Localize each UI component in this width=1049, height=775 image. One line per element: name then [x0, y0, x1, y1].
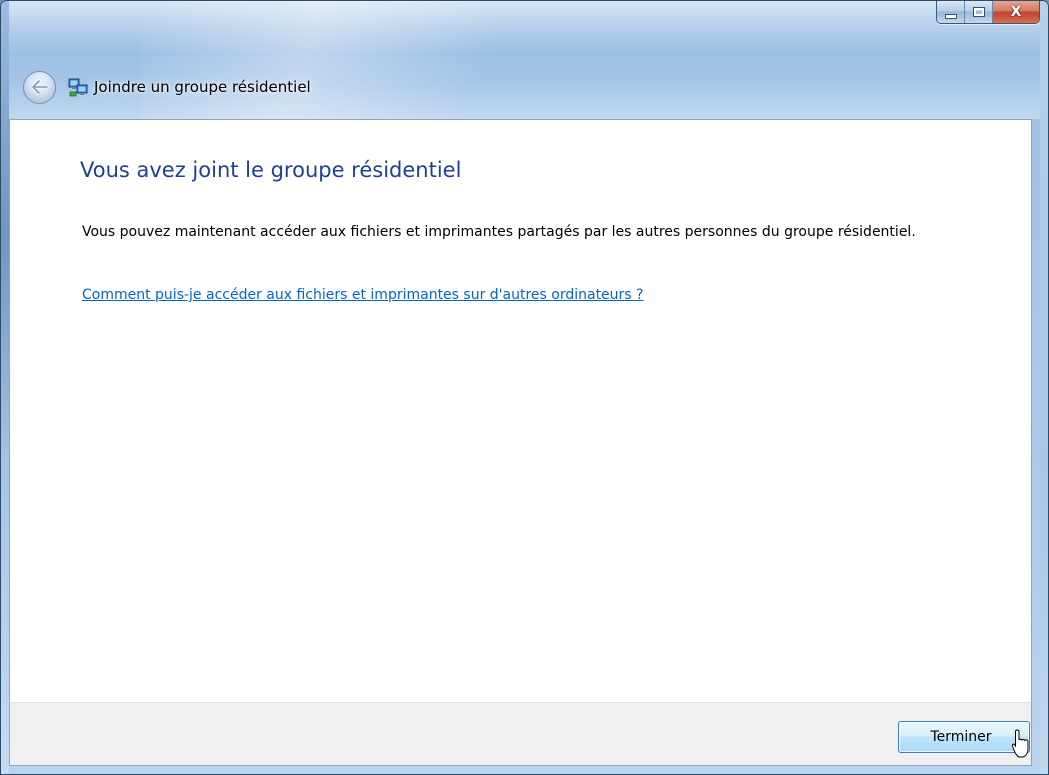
maximize-button[interactable]: [965, 1, 993, 23]
minimize-button[interactable]: [937, 1, 965, 23]
homegroup-network-icon: [68, 78, 88, 97]
caption-buttons: X: [936, 1, 1040, 24]
back-button[interactable]: [23, 70, 56, 104]
page-title: Vous avez joint le groupe résidentiel: [80, 158, 462, 182]
wizard-content: Vous avez joint le groupe résidentiel Vo…: [9, 119, 1032, 702]
window-frame-right: [1040, 1, 1048, 774]
homegroup-wizard-window: X Joindre un groupe résidentiel Vous ave…: [0, 0, 1049, 775]
navigation-row: Joindre un groupe résidentiel: [23, 69, 311, 105]
window-frame-left: [1, 1, 9, 774]
close-icon: X: [1010, 4, 1022, 20]
back-arrow-icon: [30, 79, 49, 95]
window-title: Joindre un groupe résidentiel: [94, 78, 311, 96]
help-link[interactable]: Comment puis-je accéder aux fichiers et …: [82, 287, 643, 303]
maximize-icon: [972, 7, 985, 17]
finish-button[interactable]: Terminer: [898, 721, 1030, 753]
close-button[interactable]: X: [993, 1, 1039, 23]
minimize-icon: [944, 13, 957, 19]
wizard-footer: Terminer: [9, 702, 1032, 766]
description-text: Vous pouvez maintenant accéder aux fichi…: [82, 224, 916, 240]
